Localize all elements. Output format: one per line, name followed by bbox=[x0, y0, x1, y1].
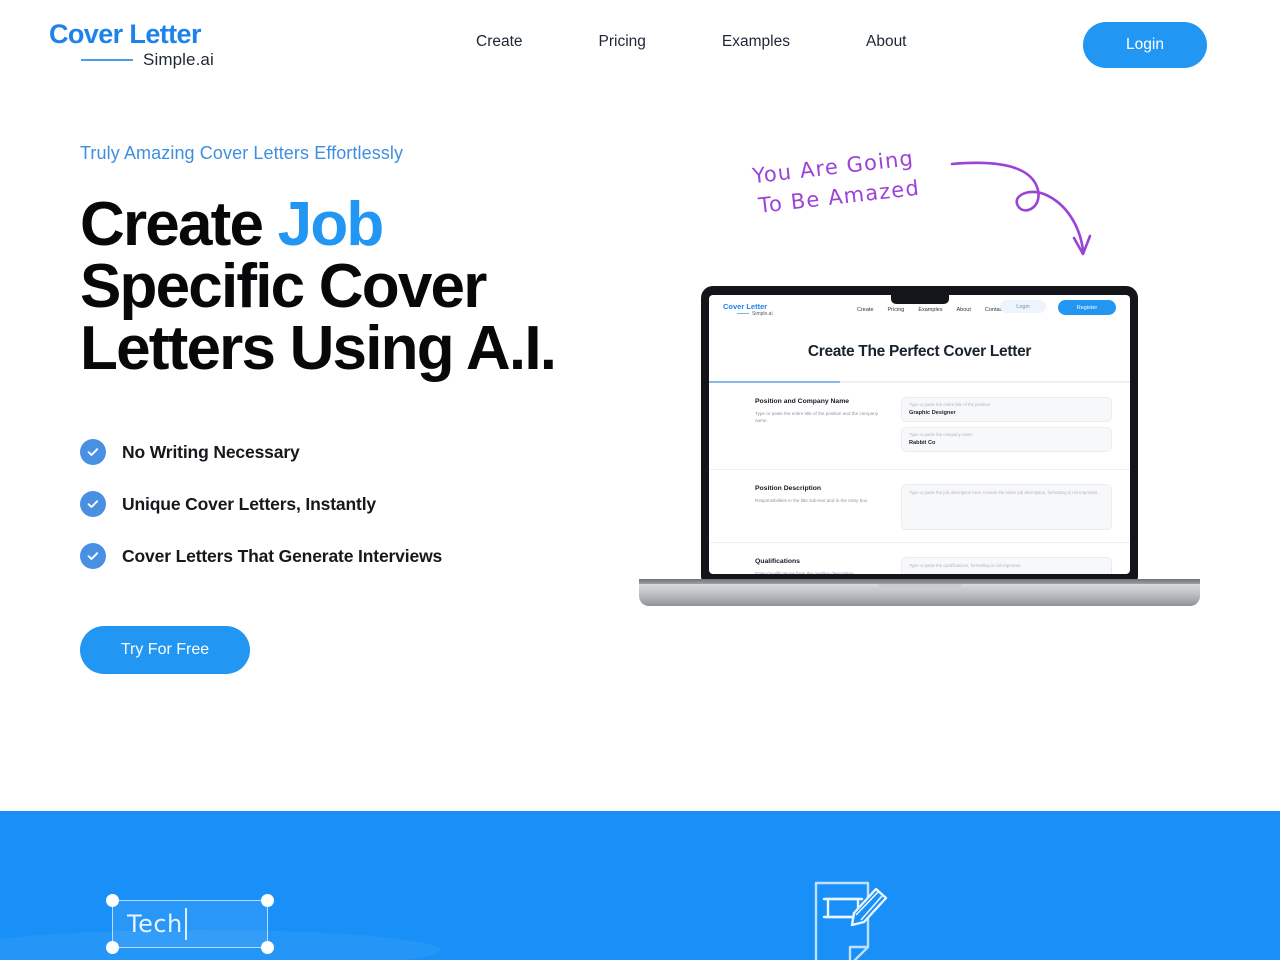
laptop-screen: Cover Letter Simple.ai Create Pricing Ex… bbox=[709, 295, 1130, 574]
mini-site: Cover Letter Simple.ai Create Pricing Ex… bbox=[709, 295, 1130, 574]
section-heading: Qualifications bbox=[755, 558, 800, 565]
feature-label: Cover Letters That Generate Interviews bbox=[122, 545, 443, 566]
company-name-placeholder: Type or paste the company name bbox=[909, 432, 973, 437]
page-title: Create Job Specific Cover Letters Using … bbox=[80, 194, 620, 380]
blue-feature-band: Tech bbox=[0, 811, 1280, 960]
mini-form: Position and Company Name Type or paste … bbox=[709, 383, 1130, 574]
mini-login-button[interactable]: Login bbox=[1000, 300, 1046, 313]
company-name-value: Rabbit Co bbox=[909, 440, 936, 446]
nav-item-create[interactable]: Create bbox=[460, 31, 561, 53]
headline-part-2: Specific Cover bbox=[80, 252, 487, 321]
list-item: No Writing Necessary bbox=[80, 426, 620, 478]
form-section-fields: Type or paste the entire title of the po… bbox=[901, 397, 1112, 457]
mini-nav-item-pricing[interactable]: Pricing bbox=[888, 307, 905, 313]
text-box-frame[interactable]: Tech bbox=[106, 894, 274, 954]
hero-eyebrow: Truly Amazing Cover Letters Effortlessly bbox=[80, 143, 404, 163]
feature-label: Unique Cover Letters, Instantly bbox=[122, 493, 377, 514]
list-item: Cover Letters That Generate Interviews bbox=[80, 530, 620, 582]
laptop-notch bbox=[890, 295, 949, 304]
check-circle-icon bbox=[80, 543, 106, 569]
section-heading: Position and Company Name bbox=[755, 398, 850, 405]
company-name-input[interactable]: Type or paste the company name Rabbit Co bbox=[901, 427, 1112, 452]
logo-secondary-text: Simple.ai bbox=[143, 50, 214, 69]
text-cursor-icon bbox=[185, 908, 187, 940]
headline-part-1: Create bbox=[80, 190, 264, 259]
resize-handle-top-right[interactable] bbox=[261, 894, 274, 907]
hero-content: Truly Amazing Cover Letters Effortlessly… bbox=[80, 140, 620, 674]
form-section-label: Qualifications Enter Qualifications from… bbox=[755, 557, 883, 574]
login-button[interactable]: Login bbox=[1083, 22, 1207, 68]
logo-dash-icon bbox=[81, 59, 133, 61]
mini-logo-primary-text: Cover Letter bbox=[723, 302, 768, 311]
nav-item-about[interactable]: About bbox=[828, 31, 945, 53]
qualifications-placeholder: Type or paste the qualifications, format… bbox=[909, 563, 1022, 568]
site-logo[interactable]: Cover Letter Simple.ai bbox=[49, 19, 279, 70]
logo-primary-text: Cover Letter bbox=[49, 19, 201, 49]
text-box-value: Tech bbox=[127, 910, 183, 938]
form-section-qualifications: Qualifications Enter Qualifications from… bbox=[709, 542, 1130, 574]
main-navigation: Create Pricing Examples About bbox=[460, 31, 945, 53]
section-subtext: Enter Qualifications from the position d… bbox=[755, 571, 855, 574]
laptop-mockup: Cover Letter Simple.ai Create Pricing Ex… bbox=[639, 286, 1200, 606]
mini-site-logo[interactable]: Cover Letter Simple.ai bbox=[723, 302, 773, 318]
position-title-value: Graphic Designer bbox=[909, 410, 956, 416]
qualifications-textarea[interactable]: Type or paste the qualifications, format… bbox=[901, 557, 1112, 574]
form-section-position-description: Position Description Responsibilities in… bbox=[709, 469, 1130, 530]
section-subtext: Responsibilities in the title sub-text a… bbox=[755, 498, 869, 503]
logo-secondary-row: Simple.ai bbox=[81, 50, 279, 70]
form-section-label: Position and Company Name Type or paste … bbox=[755, 397, 883, 457]
nav-item-pricing[interactable]: Pricing bbox=[561, 31, 684, 53]
position-description-placeholder: Type or paste the job description here. … bbox=[909, 490, 1099, 495]
check-circle-icon bbox=[80, 491, 106, 517]
curved-arrow-icon bbox=[950, 150, 1095, 270]
section-subtext: Type or paste the entire title of the po… bbox=[755, 411, 879, 423]
laptop-base bbox=[639, 584, 1200, 606]
resize-handle-bottom-right[interactable] bbox=[261, 941, 274, 954]
mini-page-title: Create The Perfect Cover Letter bbox=[807, 343, 1032, 360]
section-heading: Position Description bbox=[755, 485, 822, 492]
feature-list: No Writing Necessary Unique Cover Letter… bbox=[80, 426, 620, 582]
nav-item-examples[interactable]: Examples bbox=[684, 31, 828, 53]
mini-logo-dash-icon bbox=[737, 313, 749, 315]
list-item: Unique Cover Letters, Instantly bbox=[80, 478, 620, 530]
form-section-fields: Type or paste the job description here. … bbox=[901, 484, 1112, 530]
mini-nav-item-create[interactable]: Create bbox=[857, 307, 874, 313]
mini-nav-item-about[interactable]: About bbox=[956, 307, 970, 313]
position-title-input[interactable]: Type or paste the entire title of the po… bbox=[901, 397, 1112, 422]
form-section-fields: Type or paste the qualifications, format… bbox=[901, 557, 1112, 574]
landing-page: Cover Letter Simple.ai Create Pricing Ex… bbox=[0, 0, 1280, 960]
headline-part-3: Letters Using A.I. bbox=[80, 314, 557, 383]
mini-logo-sub-label: Simple.ai bbox=[752, 311, 773, 317]
mini-nav-item-examples[interactable]: Examples bbox=[918, 307, 942, 313]
position-description-textarea[interactable]: Type or paste the job description here. … bbox=[901, 484, 1112, 530]
headline-accent: Job bbox=[277, 190, 385, 259]
handwritten-annotation: You Are Going To Be Amazed bbox=[751, 146, 952, 218]
position-title-placeholder: Type or paste the entire title of the po… bbox=[909, 402, 990, 407]
resize-handle-top-left[interactable] bbox=[106, 894, 119, 907]
mini-logo-secondary-text: Simple.ai bbox=[737, 311, 773, 318]
mini-site-navigation: Create Pricing Examples About Contact bbox=[857, 307, 1004, 313]
resize-handle-bottom-left[interactable] bbox=[106, 941, 119, 954]
laptop-lid: Cover Letter Simple.ai Create Pricing Ex… bbox=[701, 286, 1138, 581]
check-circle-icon bbox=[80, 439, 106, 465]
mini-progress-bar bbox=[709, 381, 1130, 383]
document-pencil-icon bbox=[806, 877, 892, 960]
mini-register-button[interactable]: Register bbox=[1058, 300, 1116, 315]
site-header: Cover Letter Simple.ai Create Pricing Ex… bbox=[0, 0, 1280, 90]
mini-progress-fill bbox=[709, 381, 840, 383]
text-box-selection-icon[interactable]: Tech bbox=[106, 894, 274, 954]
feature-label: No Writing Necessary bbox=[122, 441, 300, 462]
form-section-position-company: Position and Company Name Type or paste … bbox=[709, 383, 1130, 457]
form-section-label: Position Description Responsibilities in… bbox=[755, 484, 883, 530]
try-for-free-button[interactable]: Try For Free bbox=[80, 626, 250, 674]
